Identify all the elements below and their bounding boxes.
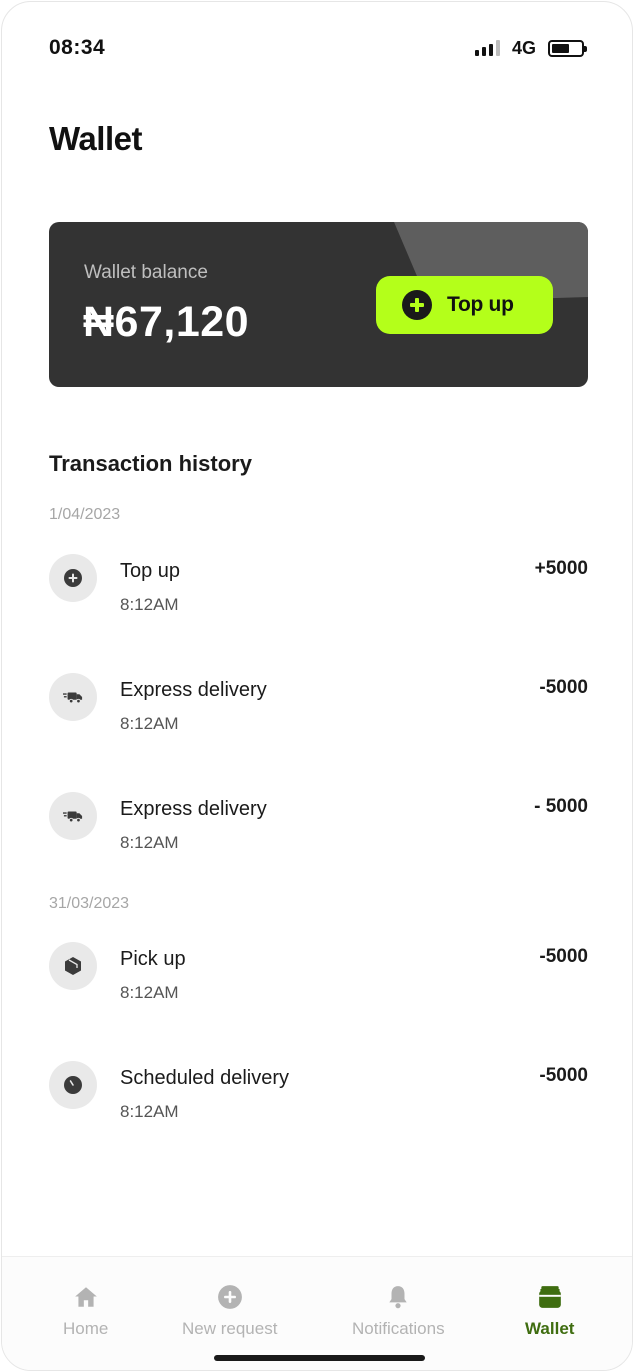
transaction-name: Express delivery bbox=[120, 798, 267, 820]
transaction-time: 8:12AM bbox=[120, 833, 179, 852]
nav-item-new-request[interactable]: New request bbox=[182, 1284, 277, 1339]
transaction-row[interactable]: Express delivery 8:12AM - 5000 bbox=[49, 792, 588, 862]
transaction-time: 8:12AM bbox=[120, 983, 179, 1002]
nav-item-wallet[interactable]: Wallet bbox=[525, 1284, 574, 1339]
app-screen: 08:34 4G Wallet Wallet balance ₦67,120 T… bbox=[1, 1, 633, 1371]
balance-amount: ₦67,120 bbox=[83, 298, 250, 346]
bell-icon bbox=[389, 1286, 407, 1309]
transaction-row[interactable]: Pick up 8:12AM -5000 bbox=[49, 942, 588, 1012]
transaction-row[interactable]: Express delivery 8:12AM -5000 bbox=[49, 673, 588, 743]
clock-icon bbox=[49, 1061, 97, 1109]
transaction-history-title: Transaction history bbox=[49, 451, 252, 476]
top-up-button-label: Top up bbox=[447, 293, 514, 316]
bottom-navigation: Home New request Notifications Wallet bbox=[2, 1256, 632, 1370]
transaction-amount: -5000 bbox=[539, 946, 588, 967]
nav-label-new-request: New request bbox=[182, 1319, 278, 1338]
nav-item-notifications[interactable]: Notifications bbox=[352, 1284, 445, 1339]
nav-item-home[interactable]: Home bbox=[63, 1284, 108, 1339]
nav-label-notifications: Notifications bbox=[352, 1319, 445, 1338]
date-header: 1/04/2023 bbox=[49, 506, 121, 523]
delivery-truck-icon bbox=[49, 792, 97, 840]
plus-circle-icon bbox=[402, 290, 432, 320]
transaction-amount: -5000 bbox=[539, 1065, 588, 1086]
balance-label: Wallet balance bbox=[84, 262, 208, 283]
transaction-name: Scheduled delivery bbox=[120, 1067, 289, 1089]
wallet-icon bbox=[538, 1286, 561, 1308]
status-bar: 08:34 4G bbox=[49, 35, 587, 61]
transaction-row[interactable]: Scheduled delivery 8:12AM -5000 bbox=[49, 1061, 588, 1131]
transaction-time: 8:12AM bbox=[120, 595, 179, 614]
network-type: 4G bbox=[511, 37, 536, 58]
page-title: Wallet bbox=[49, 120, 142, 157]
transaction-time: 8:12AM bbox=[120, 1102, 179, 1121]
nav-label-home: Home bbox=[63, 1319, 109, 1338]
transaction-amount: -5000 bbox=[539, 677, 588, 698]
transaction-row[interactable]: Top up 8:12AM +5000 bbox=[49, 554, 588, 624]
nav-label-wallet: Wallet bbox=[525, 1319, 575, 1338]
date-header: 31/03/2023 bbox=[49, 895, 130, 912]
home-icon bbox=[74, 1287, 97, 1307]
plus-circle-icon bbox=[49, 554, 97, 602]
package-icon bbox=[49, 942, 97, 990]
delivery-truck-icon bbox=[49, 673, 97, 721]
status-time: 08:34 bbox=[49, 36, 106, 59]
home-indicator[interactable] bbox=[214, 1355, 425, 1361]
top-up-button[interactable]: Top up bbox=[376, 276, 553, 334]
wallet-balance-card: Wallet balance ₦67,120 Top up bbox=[49, 222, 588, 387]
battery-icon bbox=[548, 39, 587, 57]
status-indicators: 4G bbox=[474, 37, 587, 59]
transaction-name: Top up bbox=[120, 560, 181, 582]
plus-circle-icon bbox=[217, 1285, 242, 1309]
cellular-signal-icon bbox=[474, 40, 500, 56]
transaction-name: Express delivery bbox=[120, 679, 267, 701]
transaction-amount: - 5000 bbox=[534, 796, 588, 817]
transaction-amount: +5000 bbox=[534, 558, 588, 579]
transaction-name: Pick up bbox=[120, 948, 186, 970]
transaction-time: 8:12AM bbox=[120, 714, 179, 733]
